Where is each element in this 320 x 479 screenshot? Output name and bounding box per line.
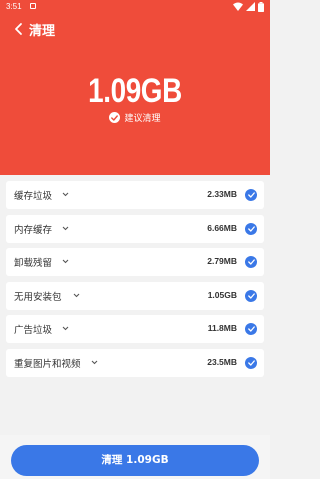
category-label: 重复图片和视频 <box>14 358 81 370</box>
category-label: 内存缓存 <box>14 224 53 236</box>
category-size: 23.5MB <box>207 356 237 367</box>
header-panel: 3:51 清理 1.09GB 建议清理 <box>0 0 270 175</box>
list-item[interactable]: 无用安装包 1.05GB <box>6 281 264 310</box>
category-label: 广告垃圾 <box>14 325 53 336</box>
battery-icon <box>258 2 264 12</box>
list-item[interactable]: 重复图片和视频 23.5MB <box>6 348 264 377</box>
wifi-icon <box>233 2 243 11</box>
chevron-down-icon[interactable] <box>73 293 80 298</box>
category-size: 2.33MB <box>207 189 237 199</box>
signal-icon <box>246 2 255 11</box>
list-item[interactable]: 卸载残留 2.79MB <box>6 248 264 276</box>
title-bar: 清理 <box>0 18 270 40</box>
category-size: 6.66MB <box>207 222 237 233</box>
check-circle-icon[interactable] <box>245 256 257 268</box>
status-icons <box>230 2 264 12</box>
category-label: 无用安装包 <box>14 291 62 303</box>
status-time: 3:51 <box>6 2 22 11</box>
suggestion-text: 建议清理 <box>124 114 161 124</box>
total-junk-size: 1.09GB <box>88 72 182 110</box>
notification-icon <box>30 3 36 9</box>
chevron-down-icon[interactable] <box>91 360 98 365</box>
chevron-down-icon[interactable] <box>62 259 69 264</box>
check-circle-icon[interactable] <box>245 289 257 302</box>
page-title: 清理 <box>29 24 56 39</box>
check-circle-icon[interactable] <box>245 323 257 335</box>
suggestion-label: 建议清理 <box>0 111 270 124</box>
chevron-left-icon <box>15 23 22 35</box>
chevron-down-icon[interactable] <box>62 226 69 231</box>
category-size: 11.8MB <box>207 323 237 333</box>
check-circle-icon[interactable] <box>245 189 257 201</box>
status-bar: 3:51 <box>0 0 270 14</box>
category-size: 1.05GB <box>207 289 237 300</box>
list-item[interactable]: 内存缓存 6.66MB <box>6 214 264 243</box>
check-circle-icon <box>109 112 121 123</box>
category-label: 卸载残留 <box>14 258 53 269</box>
category-label: 缓存垃圾 <box>14 191 53 202</box>
check-circle-icon[interactable] <box>245 222 257 235</box>
clean-button[interactable]: 清理 1.09GB <box>11 445 259 476</box>
junk-category-list: 缓存垃圾 2.33MB 内存缓存 6.66MB 卸载残留 2.79MB 无用安装… <box>6 181 264 382</box>
check-circle-icon[interactable] <box>245 356 257 369</box>
list-item[interactable]: 缓存垃圾 2.33MB <box>6 181 264 209</box>
chevron-down-icon[interactable] <box>62 326 69 331</box>
list-item[interactable]: 广告垃圾 11.8MB <box>6 315 264 343</box>
category-size: 2.79MB <box>207 256 237 266</box>
back-button[interactable] <box>12 21 26 37</box>
chevron-down-icon[interactable] <box>62 192 69 197</box>
